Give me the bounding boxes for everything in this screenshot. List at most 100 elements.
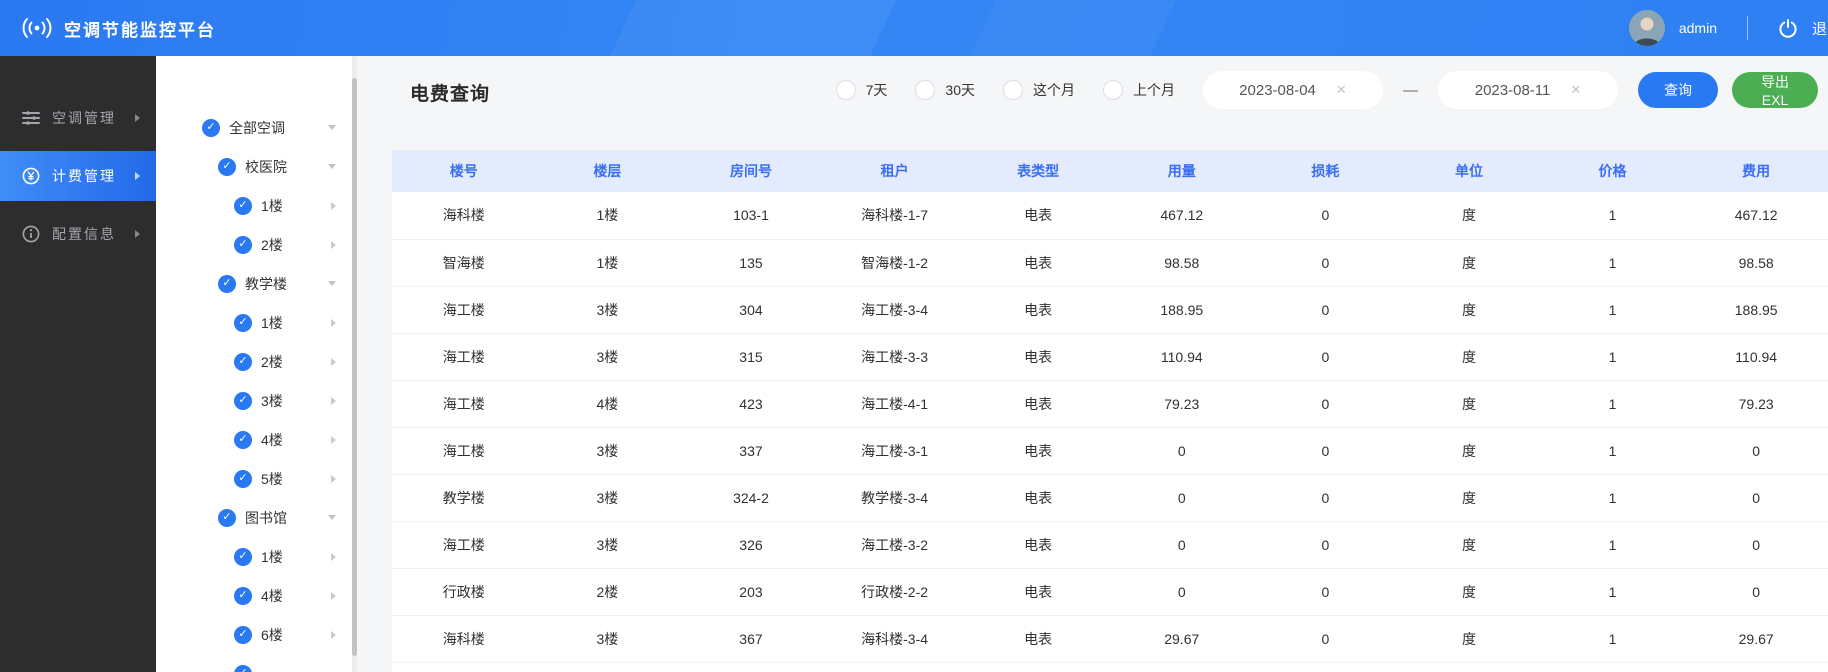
table-cell	[1254, 662, 1398, 672]
tree-item-label: 4楼	[261, 586, 283, 606]
table-cell: 467.12	[1110, 192, 1254, 239]
chevron-right-icon[interactable]	[331, 475, 336, 483]
sidebar-item-空调管理[interactable]: 空调管理	[0, 93, 156, 143]
tree-item-1楼[interactable]: ✓1楼	[156, 186, 352, 225]
start-date-value[interactable]: 2023-08-04	[1239, 82, 1316, 99]
table-cell: 海工楼	[392, 427, 536, 474]
chevron-right-icon[interactable]	[331, 241, 336, 249]
checkbox-checked-icon[interactable]: ✓	[234, 314, 252, 332]
column-header-租户[interactable]: 租户	[823, 150, 967, 192]
column-header-表类型[interactable]: 表类型	[966, 150, 1110, 192]
chevron-right-icon[interactable]	[331, 592, 336, 600]
chevron-right-icon[interactable]	[331, 553, 336, 561]
chevron-down-icon[interactable]	[328, 164, 336, 169]
table-cell: 海科楼	[392, 192, 536, 239]
tree-item-1楼[interactable]: ✓1楼	[156, 303, 352, 342]
table-cell	[1541, 662, 1685, 672]
tree-item-5楼[interactable]: ✓5楼	[156, 459, 352, 498]
clear-start-date-icon[interactable]: ✕	[1336, 82, 1347, 98]
sliders-icon	[22, 109, 40, 127]
radio-circle-icon[interactable]	[836, 80, 856, 100]
tree-item-4楼[interactable]: ✓4楼	[156, 420, 352, 459]
checkbox-checked-icon[interactable]: ✓	[234, 392, 252, 410]
power-icon[interactable]	[1778, 18, 1798, 38]
clear-end-date-icon[interactable]: ✕	[1570, 82, 1581, 98]
column-header-房间号[interactable]: 房间号	[679, 150, 823, 192]
table-cell: 4楼	[536, 380, 680, 427]
tree-item-3楼[interactable]: ✓3楼	[156, 381, 352, 420]
column-header-价格[interactable]: 价格	[1541, 150, 1685, 192]
checkbox-checked-icon[interactable]: ✓	[234, 665, 252, 672]
table-cell: 1楼	[536, 192, 680, 239]
checkbox-checked-icon[interactable]: ✓	[234, 431, 252, 449]
tree-item-校医院[interactable]: ✓ 校医院	[156, 147, 352, 186]
checkbox-checked-icon[interactable]: ✓	[218, 275, 236, 293]
radio-7天[interactable]: 7天	[836, 80, 888, 100]
tree-item-2楼[interactable]: ✓2楼	[156, 225, 352, 264]
radio-30天[interactable]: 30天	[915, 80, 975, 100]
checkbox-checked-icon[interactable]: ✓	[202, 119, 220, 137]
chevron-down-icon[interactable]	[328, 281, 336, 286]
export-excel-button[interactable]: 导出EXL	[1732, 72, 1818, 108]
table-cell	[823, 662, 967, 672]
username[interactable]: admin	[1679, 20, 1717, 36]
chevron-right-icon[interactable]	[331, 358, 336, 366]
checkbox-checked-icon[interactable]: ✓	[234, 353, 252, 371]
column-header-楼层[interactable]: 楼层	[536, 150, 680, 192]
table-cell: 海工楼	[392, 521, 536, 568]
tree-item-2楼[interactable]: ✓2楼	[156, 342, 352, 381]
tree-item-1楼[interactable]: ✓1楼	[156, 537, 352, 576]
checkbox-checked-icon[interactable]: ✓	[234, 587, 252, 605]
tree-item-全部空调[interactable]: ✓全部空调	[156, 108, 352, 147]
query-button[interactable]: 查询	[1638, 72, 1718, 108]
table-cell: 度	[1397, 615, 1541, 662]
tree-item-partial[interactable]: ✓	[156, 654, 352, 672]
tree-item-label: 校医院	[245, 157, 287, 177]
chevron-right-icon[interactable]	[331, 436, 336, 444]
end-date-picker[interactable]: 2023-08-11 ✕	[1438, 71, 1618, 109]
chevron-right-icon[interactable]	[331, 631, 336, 639]
broadcast-icon	[22, 16, 52, 40]
checkbox-checked-icon[interactable]: ✓	[234, 197, 252, 215]
table-cell	[392, 662, 536, 672]
table-cell: 0	[1254, 568, 1398, 615]
start-date-picker[interactable]: 2023-08-04 ✕	[1203, 71, 1383, 109]
column-header-楼号[interactable]: 楼号	[392, 150, 536, 192]
chevron-down-icon[interactable]	[328, 515, 336, 520]
tree-item-教学楼[interactable]: ✓教学楼	[156, 264, 352, 303]
radio-这个月[interactable]: 这个月	[1003, 80, 1075, 100]
radio-circle-icon[interactable]	[1103, 80, 1123, 100]
chevron-right-icon[interactable]	[331, 202, 336, 210]
chevron-right-icon[interactable]	[331, 397, 336, 405]
sidebar-item-配置信息[interactable]: 配置信息	[0, 209, 156, 259]
column-header-单位[interactable]: 单位	[1397, 150, 1541, 192]
radio-circle-icon[interactable]	[1003, 80, 1023, 100]
tree-item-图书馆[interactable]: ✓图书馆	[156, 498, 352, 537]
checkbox-checked-icon[interactable]: ✓	[218, 509, 236, 527]
table-cell: 1	[1541, 380, 1685, 427]
checkbox-checked-icon[interactable]: ✓	[234, 470, 252, 488]
checkbox-checked-icon[interactable]: ✓	[218, 158, 236, 176]
end-date-value[interactable]: 2023-08-11	[1475, 82, 1551, 99]
radio-上个月[interactable]: 上个月	[1103, 80, 1175, 100]
radio-label: 7天	[866, 80, 888, 100]
tree-item-4楼[interactable]: ✓ 4楼	[156, 576, 352, 615]
checkbox-checked-icon[interactable]: ✓	[234, 548, 252, 566]
radio-circle-icon[interactable]	[915, 80, 935, 100]
column-header-损耗[interactable]: 损耗	[1254, 150, 1398, 192]
table-cell: 海工楼-3-1	[823, 427, 967, 474]
table-cell: 3楼	[536, 521, 680, 568]
column-header-费用[interactable]: 费用	[1684, 150, 1828, 192]
table-cell: 海工楼	[392, 380, 536, 427]
checkbox-checked-icon[interactable]: ✓	[234, 626, 252, 644]
page-title: 电费查询	[410, 79, 490, 106]
logout-button[interactable]: 退	[1812, 18, 1828, 39]
tree-item-6楼[interactable]: ✓6楼	[156, 615, 352, 654]
chevron-down-icon[interactable]	[328, 125, 336, 130]
sidebar-item-计费管理[interactable]: 计费管理	[0, 151, 156, 201]
column-header-用量[interactable]: 用量	[1110, 150, 1254, 192]
chevron-right-icon[interactable]	[331, 319, 336, 327]
checkbox-checked-icon[interactable]: ✓	[234, 236, 252, 254]
avatar[interactable]	[1629, 10, 1665, 46]
table-cell: 度	[1397, 427, 1541, 474]
